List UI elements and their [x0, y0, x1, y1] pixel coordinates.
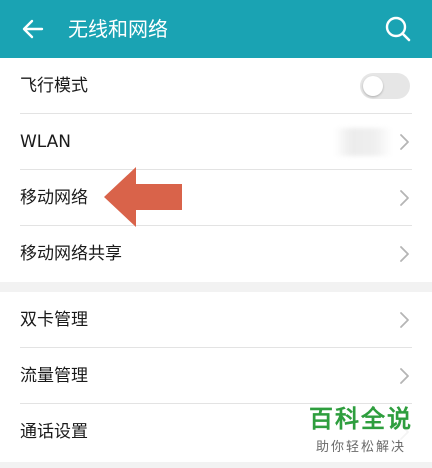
row-label: 飞行模式 [20, 76, 88, 96]
row-label: 移动网络 [20, 188, 88, 208]
toggle-knob [363, 76, 383, 96]
settings-row-data-usage[interactable]: 流量管理 [0, 348, 432, 404]
row-label: 流量管理 [20, 366, 88, 386]
settings-group-network: 飞行模式 WLAN 移动网络 移动网络共享 [0, 58, 432, 282]
app-bar: 无线和网络 [0, 0, 432, 58]
watermark-subtitle: 助你轻松解决 [315, 440, 406, 455]
chevron-right-icon [400, 134, 409, 150]
chevron-right-icon [400, 368, 409, 384]
settings-row-airplane-mode[interactable]: 飞行模式 [0, 58, 432, 114]
page-title: 无线和网络 [68, 17, 168, 41]
obscured-value [334, 128, 392, 156]
row-label: WLAN [20, 132, 72, 152]
chevron-right-icon [400, 312, 409, 328]
row-label: 通话设置 [20, 422, 88, 442]
arrow-left-icon[interactable] [18, 14, 48, 44]
chevron-right-icon [400, 246, 409, 262]
settings-row-tethering[interactable]: 移动网络共享 [0, 226, 432, 282]
row-label: 移动网络共享 [20, 244, 122, 264]
settings-row-mobile-network[interactable]: 移动网络 [0, 170, 432, 226]
annotation-arrow-icon [104, 167, 182, 227]
row-label: 双卡管理 [20, 310, 88, 330]
settings-row-dual-sim[interactable]: 双卡管理 [0, 292, 432, 348]
watermark: 百科全说 助你轻松解决 [302, 404, 420, 460]
watermark-title: 百科全说 [309, 405, 413, 433]
chevron-right-icon [400, 190, 409, 206]
search-icon[interactable] [384, 15, 412, 43]
airplane-mode-toggle[interactable] [360, 73, 410, 99]
settings-row-wlan[interactable]: WLAN [0, 114, 432, 170]
